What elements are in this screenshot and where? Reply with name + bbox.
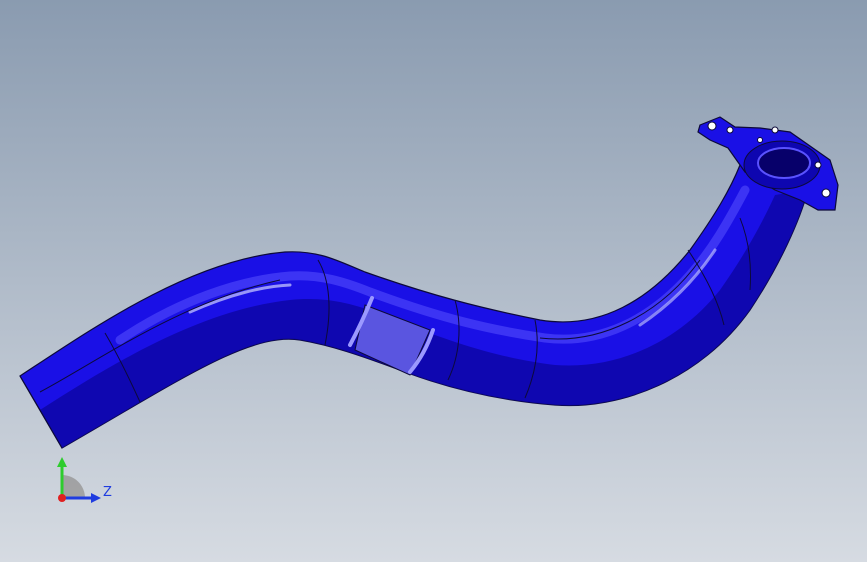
bolt-hole [771, 126, 779, 134]
triad-plane [62, 475, 85, 498]
orientation-triad[interactable]: Z [40, 455, 130, 515]
bolt-hole [814, 161, 822, 169]
z-axis-label: Z [103, 485, 112, 500]
bolt-hole [707, 121, 717, 131]
z-axis-arrowhead [91, 493, 101, 503]
model-view[interactable] [0, 0, 867, 562]
bolt-hole [726, 126, 734, 134]
bolt-hole [821, 188, 831, 198]
bolt-hole [757, 137, 763, 143]
y-axis-arrowhead [57, 457, 67, 467]
x-axis-dot [58, 494, 66, 502]
graphics-viewport[interactable]: Z [0, 0, 867, 562]
